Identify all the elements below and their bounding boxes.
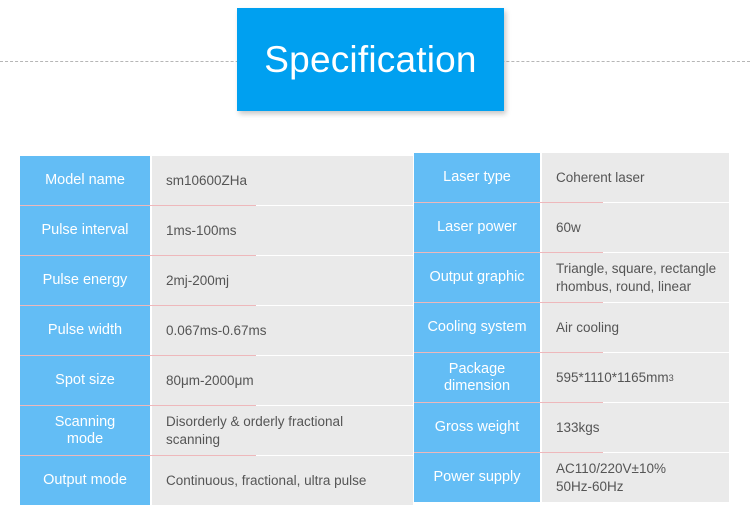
table-row: Output mode Continuous, fractional, ultra… [20, 455, 413, 505]
page-title: Specification [264, 39, 477, 80]
table-row: Spot size 80μm-2000μm [20, 355, 413, 405]
spec-label-cell: Pulse energy [20, 256, 150, 305]
spec-value-cell: Triangle, square, rectangle rhombus, rou… [542, 253, 729, 302]
table-row: Model name sm10600ZHa [20, 156, 413, 205]
spec-value-cell: 60w [542, 203, 729, 252]
table-row: Package dimension 595*1110*1165mm 3 [414, 352, 729, 402]
spec-label-cell: Spot size [20, 356, 150, 405]
table-row: Laser power 60w [414, 202, 729, 252]
table-row: Laser type Coherent laser [414, 153, 729, 202]
spec-value-cell: AC110/220V±10% 50Hz-60Hz [542, 453, 729, 502]
spec-value-cell: 1ms-100ms [152, 206, 413, 255]
table-row: Output graphic Triangle, square, rectangl… [414, 252, 729, 302]
spec-value-cell: 80μm-2000μm [152, 356, 413, 405]
specification-title-banner: Specification [237, 8, 504, 111]
spec-label-cell: Laser power [414, 203, 540, 252]
spec-value-cell: sm10600ZHa [152, 156, 413, 205]
spec-value-cell: Air cooling [542, 303, 729, 352]
table-row: Pulse interval 1ms-100ms [20, 205, 413, 255]
spec-label-cell: Output mode [20, 456, 150, 505]
spec-label-cell: Gross weight [414, 403, 540, 452]
spec-label-cell: Laser type [414, 153, 540, 202]
spec-value-cell: 2mj-200mj [152, 256, 413, 305]
spec-label-cell: Power supply [414, 453, 540, 502]
spec-label-cell: Pulse width [20, 306, 150, 355]
spec-label-cell: Pulse interval [20, 206, 150, 255]
table-row: Scanning mode Disorderly & orderly fracti… [20, 405, 413, 455]
spec-value-cell: Continuous, fractional, ultra pulse [152, 456, 413, 505]
spec-table-right: Laser type Coherent laser Laser power 60w Ou… [414, 153, 729, 503]
spec-table-left: Model name sm10600ZHa Pulse interval 1ms-10… [20, 156, 413, 506]
header-area: Specification [0, 0, 750, 140]
spec-value-cell: 133kgs [542, 403, 729, 452]
spec-value-cell: 0.067ms-0.67ms [152, 306, 413, 355]
spec-value-cell: Coherent laser [542, 153, 729, 202]
table-row: Gross weight 133kgs [414, 402, 729, 452]
spec-label-cell: Scanning mode [20, 406, 150, 455]
table-row: Cooling system Air cooling [414, 302, 729, 352]
table-row: Power supply AC110/220V±10% 50Hz-60Hz [414, 452, 729, 502]
spec-label-cell: Cooling system [414, 303, 540, 352]
spec-value-cell: 595*1110*1165mm 3 [542, 353, 729, 402]
spec-label-cell: Package dimension [414, 353, 540, 402]
spec-value-cell: Disorderly & orderly fractional scanning [152, 406, 413, 455]
spec-label-cell: Output graphic [414, 253, 540, 302]
table-row: Pulse width 0.067ms-0.67ms [20, 305, 413, 355]
spec-label-cell: Model name [20, 156, 150, 205]
table-row: Pulse energy 2mj-200mj [20, 255, 413, 305]
